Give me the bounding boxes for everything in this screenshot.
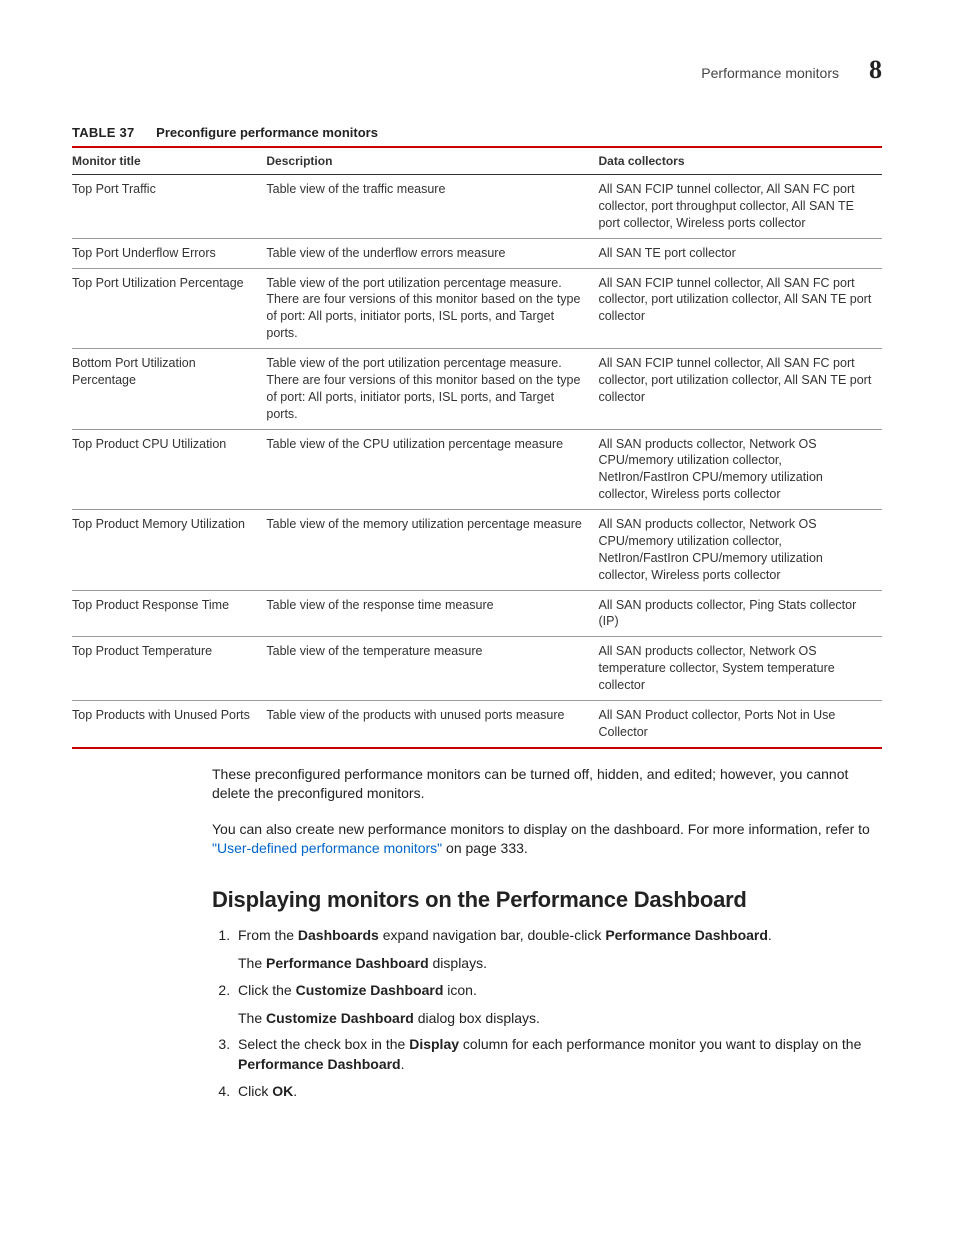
text: displays. (429, 955, 487, 971)
th-data-collectors: Data collectors (598, 147, 882, 175)
cell-collectors: All SAN TE port collector (598, 238, 882, 268)
cell-collectors: All SAN products collector, Network OS t… (598, 637, 882, 701)
step-result: The Customize Dashboard dialog box displ… (238, 1008, 882, 1028)
cell-desc: Table view of the traffic measure (266, 175, 598, 239)
cell-desc: Table view of the port utilization perce… (266, 349, 598, 430)
text: column for each performance monitor you … (459, 1036, 861, 1052)
text: . (768, 927, 772, 943)
table-row: Top Products with Unused Ports Table vie… (72, 700, 882, 747)
table-title: Preconfigure performance monitors (156, 125, 378, 140)
text: expand navigation bar, double-click (379, 927, 605, 943)
text: From the (238, 927, 298, 943)
table-row: Top Port Utilization Percentage Table vi… (72, 268, 882, 349)
text: The (238, 955, 266, 971)
cell-collectors: All SAN products collector, Network OS C… (598, 429, 882, 510)
body-paragraph: These preconfigured performance monitors… (212, 765, 882, 804)
table-row: Top Product Memory Utilization Table vie… (72, 510, 882, 591)
body-paragraph: You can also create new performance moni… (212, 820, 882, 859)
cell-title: Top Product Temperature (72, 637, 266, 701)
table-label: TABLE 37 (72, 125, 135, 140)
text: on page 333. (442, 840, 528, 856)
th-description: Description (266, 147, 598, 175)
text: dialog box displays. (414, 1010, 540, 1026)
table-row: Top Product CPU Utilization Table view o… (72, 429, 882, 510)
header-section: Performance monitors (701, 65, 839, 81)
link-user-defined-monitors[interactable]: "User-defined performance monitors" (212, 840, 442, 856)
running-header: Performance monitors 8 (72, 55, 882, 85)
step-item: Select the check box in the Display colu… (234, 1034, 882, 1075)
performance-monitors-table: Monitor title Description Data collector… (72, 146, 882, 749)
text: Select the check box in the (238, 1036, 409, 1052)
cell-collectors: All SAN products collector, Network OS C… (598, 510, 882, 591)
cell-desc: Table view of the products with unused p… (266, 700, 598, 747)
table-row: Top Port Underflow Errors Table view of … (72, 238, 882, 268)
cell-desc: Table view of the CPU utilization percen… (266, 429, 598, 510)
th-monitor-title: Monitor title (72, 147, 266, 175)
cell-collectors: All SAN FCIP tunnel collector, All SAN F… (598, 268, 882, 349)
cell-collectors: All SAN FCIP tunnel collector, All SAN F… (598, 349, 882, 430)
cell-title: Top Product Memory Utilization (72, 510, 266, 591)
cell-desc: Table view of the response time measure (266, 590, 598, 637)
cell-title: Top Product Response Time (72, 590, 266, 637)
bold: Display (409, 1036, 459, 1052)
cell-desc: Table view of the temperature measure (266, 637, 598, 701)
bold: Customize Dashboard (296, 982, 444, 998)
bold: Performance Dashboard (605, 927, 768, 943)
text: The (238, 1010, 266, 1026)
table-caption: TABLE 37 Preconfigure performance monito… (72, 125, 882, 140)
bold: Performance Dashboard (238, 1056, 401, 1072)
bold: Performance Dashboard (266, 955, 429, 971)
bold: Customize Dashboard (266, 1010, 414, 1026)
text: icon. (443, 982, 476, 998)
text: . (293, 1083, 297, 1099)
cell-title: Top Product CPU Utilization (72, 429, 266, 510)
text: Click the (238, 982, 296, 998)
steps-list: From the Dashboards expand navigation ba… (212, 925, 882, 1101)
text: You can also create new performance moni… (212, 821, 870, 837)
bold: OK (272, 1083, 293, 1099)
cell-collectors: All SAN FCIP tunnel collector, All SAN F… (598, 175, 882, 239)
table-row: Bottom Port Utilization Percentage Table… (72, 349, 882, 430)
cell-title: Top Port Traffic (72, 175, 266, 239)
cell-title: Top Port Underflow Errors (72, 238, 266, 268)
bold: Dashboards (298, 927, 379, 943)
table-row: Top Product Temperature Table view of th… (72, 637, 882, 701)
table-row: Top Port Traffic Table view of the traff… (72, 175, 882, 239)
text: Click (238, 1083, 272, 1099)
step-item: Click OK. (234, 1081, 882, 1101)
step-item: From the Dashboards expand navigation ba… (234, 925, 882, 974)
cell-desc: Table view of the underflow errors measu… (266, 238, 598, 268)
cell-collectors: All SAN products collector, Ping Stats c… (598, 590, 882, 637)
cell-collectors: All SAN Product collector, Ports Not in … (598, 700, 882, 747)
cell-title: Top Products with Unused Ports (72, 700, 266, 747)
text: . (401, 1056, 405, 1072)
chapter-number: 8 (869, 55, 882, 85)
table-row: Top Product Response Time Table view of … (72, 590, 882, 637)
step-result: The Performance Dashboard displays. (238, 953, 882, 973)
cell-title: Top Port Utilization Percentage (72, 268, 266, 349)
step-item: Click the Customize Dashboard icon. The … (234, 980, 882, 1029)
cell-desc: Table view of the memory utilization per… (266, 510, 598, 591)
cell-title: Bottom Port Utilization Percentage (72, 349, 266, 430)
section-heading: Displaying monitors on the Performance D… (212, 887, 882, 913)
cell-desc: Table view of the port utilization perce… (266, 268, 598, 349)
